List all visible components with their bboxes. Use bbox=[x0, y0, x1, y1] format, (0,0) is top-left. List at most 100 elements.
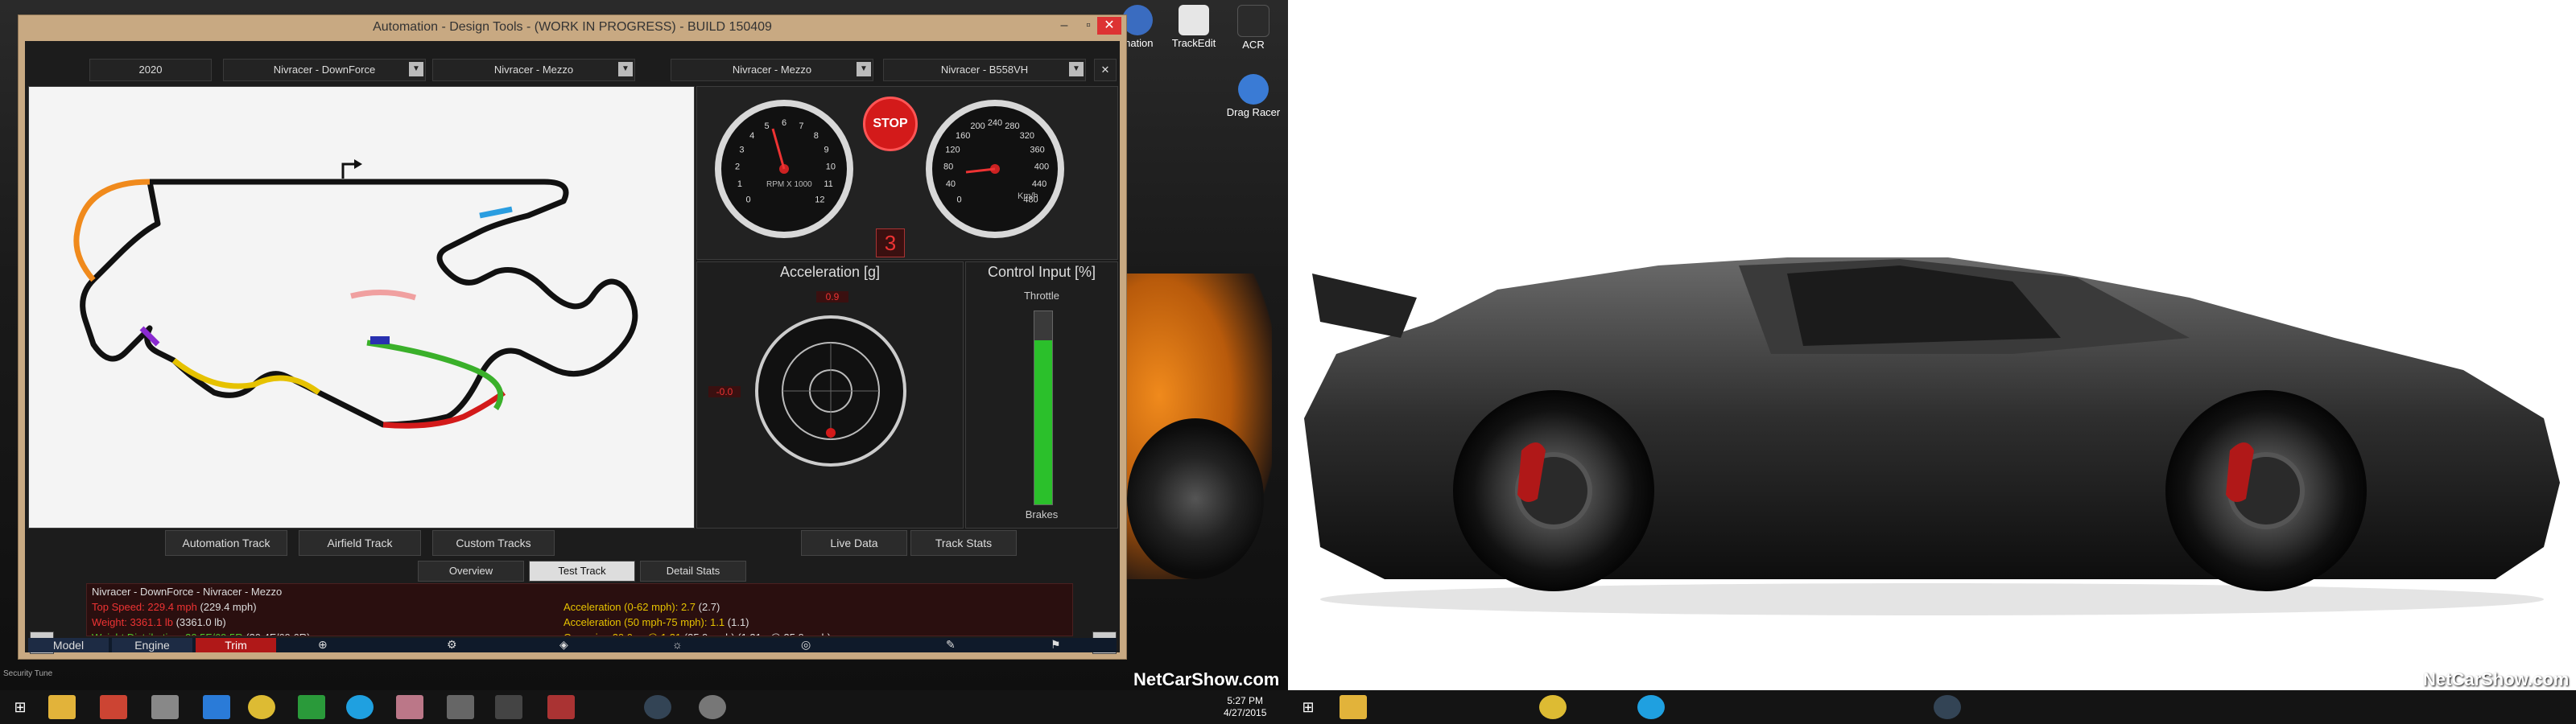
comparison-title: Nivracer - DownForce - Nivracer - Mezzo bbox=[92, 586, 283, 598]
car-select-1[interactable]: Nivracer - DownForce ▼ bbox=[223, 59, 426, 81]
gauge-tick-label: 120 bbox=[945, 145, 960, 154]
stat-right-row: Cornering 20.0 m @ 1.31 (35.9 mph) (1.31… bbox=[564, 630, 1063, 636]
track-stats-button[interactable]: Track Stats bbox=[910, 530, 1017, 556]
skype-icon-right[interactable] bbox=[1637, 695, 1665, 719]
airfield-track-button[interactable]: Airfield Track bbox=[299, 530, 421, 556]
chrome-icon[interactable] bbox=[248, 695, 275, 719]
chevron-down-icon[interactable]: ▼ bbox=[409, 62, 423, 76]
stats-left-column: Top Speed: 229.4 mph (229.4 mph) Weight: … bbox=[92, 599, 543, 636]
toolbar-icon-test[interactable]: ⚑ bbox=[1051, 638, 1061, 652]
app-icon-3[interactable] bbox=[151, 695, 179, 719]
tab-engine[interactable]: Engine bbox=[112, 638, 192, 652]
stat-left-value: Weight: 3361.1 lb bbox=[92, 616, 176, 628]
track-map-panel bbox=[28, 86, 695, 529]
stat-left-compare-value: (3361.0 lb) bbox=[175, 616, 226, 628]
app-icon-2[interactable] bbox=[100, 695, 127, 719]
chevron-down-icon[interactable]: ▼ bbox=[1069, 62, 1084, 76]
car-select-2[interactable]: Nivracer - Mezzo ▼ bbox=[432, 59, 635, 81]
brakes-label: Brakes bbox=[1025, 508, 1059, 520]
skype-icon[interactable] bbox=[346, 695, 374, 719]
desktop-icon-acr[interactable]: ACR bbox=[1225, 5, 1282, 51]
accel-y-value: 0.9 bbox=[816, 291, 848, 302]
close-window-button[interactable]: ✕ bbox=[1097, 17, 1121, 35]
automation-taskbar-icon[interactable] bbox=[699, 695, 726, 719]
start-button[interactable]: ⊞ bbox=[6, 695, 34, 719]
gear-indicator: 3 bbox=[876, 228, 905, 257]
acceleration-title: Acceleration [g] bbox=[779, 264, 881, 280]
app-icon-4[interactable] bbox=[203, 695, 230, 719]
gauge-tick-label: 2 bbox=[735, 162, 740, 172]
desktop-right: NetCarShow.com bbox=[1288, 0, 2576, 690]
desktop-icon-trackedit[interactable]: TrackEdit bbox=[1166, 5, 1222, 49]
automation-window: Automation - Design Tools - (WORK IN PRO… bbox=[18, 14, 1127, 660]
gauge-tick-label: 12 bbox=[815, 195, 824, 204]
throttle-fill bbox=[1034, 340, 1052, 504]
app-icon-9[interactable] bbox=[447, 695, 474, 719]
gauge-tick-label: 440 bbox=[1032, 179, 1046, 189]
car-wheel bbox=[1127, 418, 1264, 579]
stat-left-row: Weight: 3361.1 lb (3361.0 lb) bbox=[92, 615, 543, 630]
stat-right-compare-value: (1.1) bbox=[727, 616, 749, 628]
tab-detail-stats[interactable]: Detail Stats bbox=[640, 561, 746, 582]
toolbar-icon-suspension[interactable]: ⊕ bbox=[318, 638, 328, 652]
stat-left-compare-value: (30.4F/69.6R) bbox=[246, 631, 310, 636]
custom-tracks-button[interactable]: Custom Tracks bbox=[432, 530, 555, 556]
tab-overview[interactable]: Overview bbox=[418, 561, 524, 582]
desktop-icon-drag-racer[interactable]: Drag Racer bbox=[1225, 74, 1282, 118]
clock[interactable]: 5:27 PM 4/27/2015 bbox=[1224, 695, 1266, 719]
live-data-button[interactable]: Live Data bbox=[801, 530, 907, 556]
close-panel-button[interactable]: ✕ bbox=[1094, 59, 1117, 81]
gauge-tick-label: 400 bbox=[1034, 162, 1049, 172]
tab-test-track[interactable]: Test Track bbox=[529, 561, 635, 582]
app-icon-11[interactable] bbox=[547, 695, 575, 719]
accel-x-value: -0.0 bbox=[708, 386, 741, 397]
toolbar-icon-aero[interactable]: ☼ bbox=[672, 638, 683, 651]
start-button-right[interactable]: ⊞ bbox=[1294, 695, 1322, 719]
year-selector[interactable]: 2020 bbox=[89, 59, 212, 81]
app-icon-6[interactable] bbox=[298, 695, 325, 719]
status-text: Security Tune bbox=[3, 669, 53, 678]
gauge-tick-label: 0 bbox=[746, 195, 751, 204]
stat-left-value: Top Speed: 229.4 mph bbox=[92, 601, 200, 613]
gauge-tick-label: 240 bbox=[988, 118, 1002, 128]
gauge-tick-label: 7 bbox=[799, 121, 803, 131]
stats-panel: Nivracer - DownForce - Nivracer - Mezzo … bbox=[86, 583, 1073, 636]
toolbar-icon-wheels[interactable]: ⚙ bbox=[447, 638, 457, 652]
throttle-bar bbox=[1034, 311, 1053, 505]
app-content: 2020 Nivracer - DownForce ▼ Nivracer - Me… bbox=[25, 41, 1120, 654]
chevron-down-icon[interactable]: ▼ bbox=[857, 62, 871, 76]
control-input-title: Control Input [%] bbox=[987, 264, 1096, 280]
toolbar-icon-steering[interactable]: ◎ bbox=[801, 638, 811, 652]
automation-track-button[interactable]: Automation Track bbox=[165, 530, 287, 556]
car-select-3[interactable]: Nivracer - Mezzo ▼ bbox=[671, 59, 873, 81]
stop-button[interactable]: STOP bbox=[863, 97, 918, 151]
taskbar-right bbox=[1288, 690, 2576, 724]
tab-trim[interactable]: Trim bbox=[196, 638, 276, 652]
control-input-panel: Control Input [%] Throttle Brakes bbox=[965, 261, 1118, 529]
app-icon-10[interactable] bbox=[495, 695, 522, 719]
watermark-left: NetCarShow.com bbox=[1133, 669, 1280, 689]
minimize-button[interactable]: – bbox=[1052, 17, 1076, 35]
steam-icon-right[interactable] bbox=[1934, 695, 1961, 719]
chrome-icon-right[interactable] bbox=[1539, 695, 1567, 719]
explorer-icon-right[interactable] bbox=[1340, 695, 1367, 719]
gauge-tick-label: 4 bbox=[749, 131, 754, 141]
car-select-4[interactable]: Nivracer - B558VH ▼ bbox=[883, 59, 1086, 81]
explorer-icon[interactable] bbox=[48, 695, 76, 719]
gauge-tick-label: 1 bbox=[737, 179, 742, 189]
acceleration-panel: Acceleration [g] 0.9 -0.0 bbox=[696, 261, 964, 529]
toolbar-icon-body[interactable]: ◈ bbox=[559, 638, 568, 652]
throttle-label: Throttle bbox=[1023, 290, 1060, 302]
gauge-tick-label: 8 bbox=[814, 131, 819, 141]
tab-model[interactable]: Model bbox=[28, 638, 109, 652]
gauge-tick-label: 11 bbox=[824, 179, 832, 189]
chevron-down-icon[interactable]: ▼ bbox=[618, 62, 633, 76]
watermark-right: NetCarShow.com bbox=[2423, 669, 2570, 689]
speed-gauge: 04080120160200 240 280320360400440480 bbox=[926, 100, 1064, 238]
toolbar-icon-tools[interactable]: ✎ bbox=[946, 638, 956, 652]
stat-left-value: Weight Distribution: 30.5F/69.5R bbox=[92, 631, 246, 636]
app-icon-8[interactable] bbox=[396, 695, 423, 719]
steam-icon[interactable] bbox=[644, 695, 671, 719]
rpm-unit: RPM X 1000 bbox=[766, 180, 812, 189]
gauge-tick-label: 280 bbox=[1005, 121, 1019, 131]
